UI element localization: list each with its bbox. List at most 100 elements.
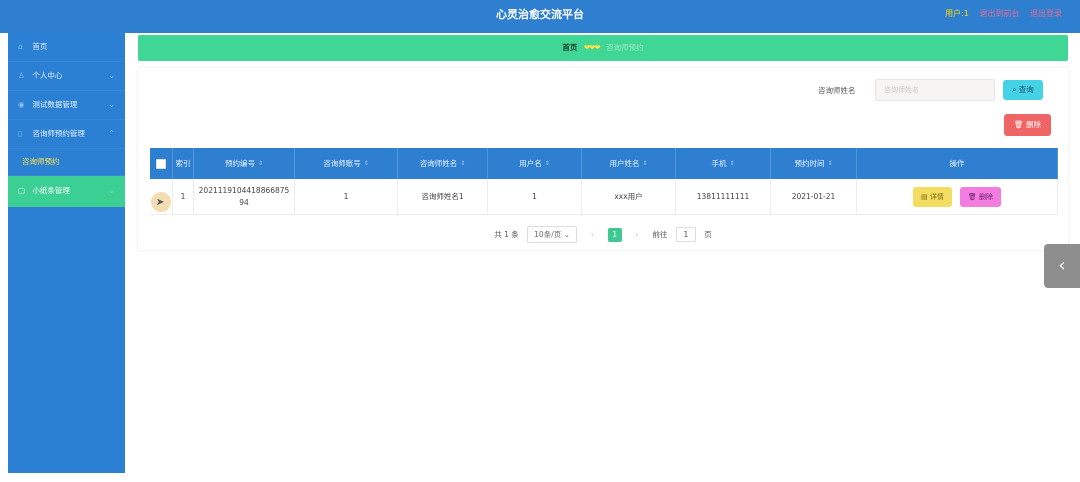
chevron-up-icon: ⌃ <box>108 129 115 138</box>
cell-index: 1 <box>173 179 194 214</box>
current-user: 用户:1 <box>945 9 969 18</box>
cell-phone: 13811111111 <box>676 179 771 214</box>
collapse-panel-button[interactable]: ‹ <box>1044 244 1080 288</box>
goto-prefix: 前往 <box>652 230 668 239</box>
header-label: 用户姓名 <box>609 159 640 168</box>
search-button[interactable]: ⌕ 查询 <box>1003 80 1043 100</box>
chevron-left-icon: ‹ <box>1058 255 1066 276</box>
chevron-down-icon: ⌄ <box>108 100 115 109</box>
table-row: ➤ 1 2021119104418866875 94 1 咨询师姓名1 1 xx… <box>150 179 1058 215</box>
data-icon: ◉ <box>18 100 25 109</box>
sidebar-item-test-data[interactable]: ◉ 测试数据管理 ⌄ <box>8 91 125 120</box>
sort-icon: ⇕ <box>257 160 264 167</box>
header-label: 咨询师账号 <box>323 159 361 168</box>
header-actions: 操作 <box>857 148 1058 179</box>
sidebar-item-label: 咨询师预约管理 <box>32 129 85 138</box>
page-size-select[interactable]: 10条/页 ⌄ <box>527 226 577 243</box>
exit-to-frontend-link[interactable]: 退出到前台 <box>979 9 1019 18</box>
select-all-checkbox[interactable] <box>156 158 166 169</box>
select-all-checkbox-cell <box>150 148 173 179</box>
goto-suffix: 页 <box>704 230 712 239</box>
header-username[interactable]: 用户名 ⇕ <box>488 148 582 179</box>
cell-actions: ▤ 详情 🗑 删除 <box>857 179 1058 214</box>
row-delete-button[interactable]: 🗑 删除 <box>959 186 1001 207</box>
sidebar-item-label: 测试数据管理 <box>32 100 78 109</box>
trash-icon: 🗑 <box>967 192 977 201</box>
top-bar: 心灵治愈交流平台 用户:1 退出到前台 退出登录 <box>0 0 1080 33</box>
page-size-value: 10条/页 <box>534 230 562 239</box>
cell-counselor-account: 1 <box>295 179 398 214</box>
sidebar-item-label: 首页 <box>32 42 48 51</box>
top-right-links: 用户:1 退出到前台 退出登录 <box>937 8 1062 19</box>
header-counselor-account[interactable]: 咨询师账号 ⇕ <box>295 148 398 179</box>
sidebar: ⌂ 首页 ♙ 个人中心 ⌄ ◉ 测试数据管理 ⌄ ▯ 咨询师预约管理 ⌃ 咨询师… <box>8 33 125 473</box>
sidebar-item-label: 小纸条管理 <box>32 186 70 195</box>
breadcrumb-home[interactable]: 首页 <box>562 43 577 52</box>
sidebar-item-label: 个人中心 <box>32 71 63 80</box>
bulk-delete-button[interactable]: 🗑 删除 <box>1004 114 1051 136</box>
heart-separator-icon: ❤❤❤ <box>583 43 601 52</box>
app-title: 心灵治愈交流平台 <box>496 8 584 21</box>
home-icon: ⌂ <box>18 42 23 51</box>
next-page-button[interactable]: › <box>630 228 644 242</box>
content-card: 咨询师姓名 ⌕ 查询 🗑 删除 索引 预约编号⇕ 咨询师账号⇕ 咨询师姓名⇕ 用… <box>138 68 1068 250</box>
trash-icon: 🗑 <box>1014 120 1024 129</box>
chevron-down-icon: ⌄ <box>108 71 115 80</box>
prev-page-button[interactable]: ‹ <box>585 228 599 242</box>
breadcrumb: 首页 ❤❤❤ 咨询师预约 <box>138 35 1068 61</box>
bulk-delete-label: 删除 <box>1025 120 1041 129</box>
header-label: 咨询师姓名 <box>419 159 458 168</box>
table-header: 索引 预约编号 ⇕ 咨询师账号 ⇕ 咨询师姓名 ⇕ 用户名 ⇕ 用户姓名 ⇕ 手机 ⇕ 预约… <box>150 148 1058 179</box>
sidebar-item-counselor-booking-mgmt[interactable]: ▯ 咨询师预约管理 ⌃ <box>8 120 125 149</box>
detail-button-label: 详情 <box>929 192 944 201</box>
sidebar-item-personal-center[interactable]: ♙ 个人中心 ⌄ <box>8 62 125 91</box>
sort-icon: ⇕ <box>544 160 550 167</box>
row-checkbox-cell[interactable]: ➤ <box>150 179 173 214</box>
header-label: 预约编号 <box>224 159 255 168</box>
document-icon: ▤ <box>921 192 928 201</box>
cell-order-no: 2021119104418866875 94 <box>194 179 295 214</box>
search-label: 咨询师姓名 <box>818 86 856 95</box>
sort-icon: ⇕ <box>363 160 369 167</box>
search-icon: ⌕ <box>1012 85 1017 94</box>
total-count: 共 1 条 <box>494 230 519 239</box>
sort-icon: ⇕ <box>827 160 833 167</box>
header-label: 预约时间 <box>794 159 825 168</box>
header-label: 操作 <box>949 159 965 168</box>
sidebar-item-label: 咨询师预约 <box>22 157 60 166</box>
row-delete-label: 删除 <box>978 192 993 201</box>
counselor-name-search-input[interactable] <box>875 79 995 101</box>
mouse-cursor-highlight: ➤ <box>151 191 171 212</box>
cell-counselor-name: 咨询师姓名1 <box>398 179 488 214</box>
sidebar-item-notes-mgmt[interactable]: ▢ 小纸条管理 ⌄ <box>8 176 125 207</box>
sort-icon: ⇕ <box>729 160 735 167</box>
header-counselor-name[interactable]: 咨询师姓名 ⇕ <box>398 148 488 179</box>
header-index: 索引 <box>173 148 194 179</box>
sidebar-item-home[interactable]: ⌂ 首页 <box>8 33 125 62</box>
header-order-no[interactable]: 预约编号 ⇕ <box>194 148 295 179</box>
user-icon: ♙ <box>18 71 25 80</box>
search-button-label: 查询 <box>1018 85 1034 94</box>
note-icon: ▢ <box>18 186 26 195</box>
header-label: 索引 <box>175 159 191 168</box>
goto-page-input[interactable]: 1 <box>675 227 696 242</box>
breadcrumb-current: 咨询师预约 <box>606 43 644 52</box>
page-number[interactable]: 1 <box>607 227 622 242</box>
cell-user-fullname: xxx用户 <box>582 179 676 214</box>
header-label: 用户名 <box>519 159 542 168</box>
chevron-down-icon: ⌄ <box>108 186 115 195</box>
header-booking-time[interactable]: 预约时间 ⇕ <box>771 148 857 179</box>
sort-icon: ⇕ <box>460 160 466 167</box>
booking-table: 索引 预约编号 ⇕ 咨询师账号 ⇕ 咨询师姓名 ⇕ 用户名 ⇕ 用户姓名 ⇕ 手机 ⇕ 预约… <box>150 148 1058 215</box>
cell-booking-time: 2021-01-21 <box>771 179 857 214</box>
header-user-fullname[interactable]: 用户姓名 ⇕ <box>582 148 676 179</box>
chevron-down-icon: ⌄ <box>563 230 570 239</box>
pagination: 共 1 条 10条/页 ⌄ ‹ 1 › 前往 1 页 <box>138 226 1068 243</box>
sidebar-subitem-counselor-booking[interactable]: 咨询师预约 <box>8 149 125 176</box>
cell-username: 1 <box>488 179 582 214</box>
cursor-arrow-icon: ➤ <box>156 196 165 208</box>
detail-button[interactable]: ▤ 详情 <box>913 186 952 207</box>
calendar-icon: ▯ <box>18 129 23 138</box>
header-phone[interactable]: 手机 ⇕ <box>676 148 771 179</box>
logout-link[interactable]: 退出登录 <box>1030 9 1062 18</box>
